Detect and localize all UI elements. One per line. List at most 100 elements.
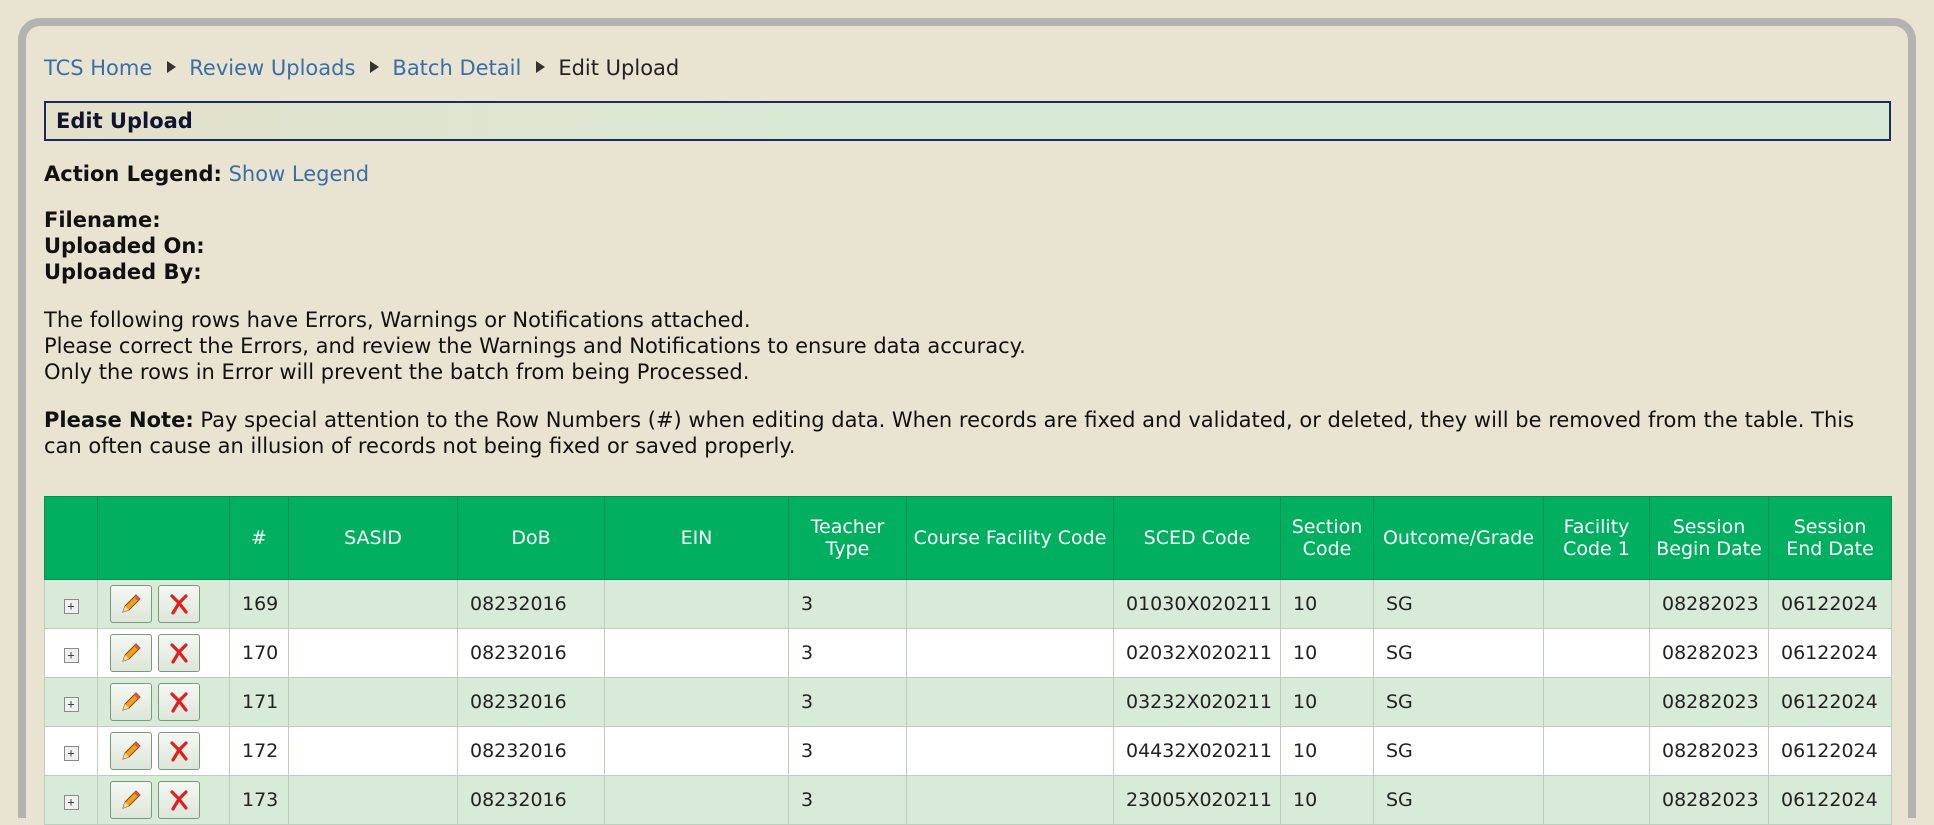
col-dob[interactable]: DoB — [457, 496, 605, 580]
facility-code-1-cell — [1543, 677, 1650, 727]
instruction-line: Please correct the Errors, and review th… — [44, 334, 1026, 358]
action-legend: Action Legend: Show Legend — [44, 162, 1891, 186]
col-outcome-grade[interactable]: Outcome/Grade — [1373, 496, 1544, 580]
outcome-grade-cell: SG — [1373, 579, 1544, 629]
sasid-cell — [288, 726, 458, 776]
sasid-cell — [288, 628, 458, 678]
ein-cell — [604, 579, 789, 629]
expand-plus-icon[interactable]: + — [63, 795, 79, 810]
delete-row-button[interactable] — [158, 781, 200, 819]
expand-plus-icon[interactable]: + — [63, 648, 79, 663]
teacher-type-cell: 3 — [788, 775, 907, 825]
col-row-number[interactable]: # — [229, 496, 289, 580]
breadcrumb-arrow-icon — [167, 61, 177, 73]
expand-row-cell: + — [44, 677, 98, 727]
session-begin-date-cell: 08282023 — [1649, 775, 1769, 825]
page-title: Edit Upload — [44, 101, 1891, 141]
breadcrumb-tcs-home[interactable]: TCS Home — [44, 56, 152, 80]
dob-cell: 08232016 — [457, 579, 605, 629]
table-body: +169 08232016 3 01030X020211 10 SG 08282023 061… — [44, 579, 1892, 825]
session-end-date-cell: 06122024 — [1768, 628, 1892, 678]
col-facility-code-1[interactable]: Facility Code 1 — [1543, 496, 1650, 580]
row-number: 171 — [229, 677, 289, 727]
sced-code-cell: 23005X020211 — [1113, 775, 1281, 825]
breadcrumb: TCS Home Review Uploads Batch Detail Edi… — [44, 48, 1891, 88]
ein-cell — [604, 726, 789, 776]
col-sasid[interactable]: SASID — [288, 496, 458, 580]
table-row: +170 08232016 3 02032X020211 10 SG 08282023 061… — [44, 628, 1892, 678]
row-actions-cell — [97, 677, 230, 727]
outcome-grade-cell: SG — [1373, 677, 1544, 727]
col-section-code[interactable]: Section Code — [1280, 496, 1374, 580]
section-code-cell: 10 — [1280, 628, 1374, 678]
row-actions-cell — [97, 628, 230, 678]
please-note: Please Note: Pay special attention to th… — [44, 407, 1891, 459]
facility-code-1-cell — [1543, 775, 1650, 825]
expand-plus-icon[interactable]: + — [63, 599, 79, 614]
dob-cell: 08232016 — [457, 726, 605, 776]
action-legend-label: Action Legend: — [44, 162, 222, 186]
col-session-end-date[interactable]: Session End Date — [1768, 496, 1892, 580]
col-course-facility-code[interactable]: Course Facility Code — [906, 496, 1114, 580]
breadcrumb-current: Edit Upload — [558, 56, 680, 80]
content: TCS Home Review Uploads Batch Detail Edi… — [44, 48, 1892, 825]
please-note-text: Pay special attention to the Row Numbers… — [44, 408, 1855, 458]
instruction-line: The following rows have Errors, Warnings… — [44, 308, 751, 332]
show-legend-link[interactable]: Show Legend — [229, 162, 369, 186]
edit-row-button[interactable] — [110, 585, 152, 623]
teacher-type-cell: 3 — [788, 677, 907, 727]
teacher-type-cell: 3 — [788, 628, 907, 678]
section-code-cell: 10 — [1280, 579, 1374, 629]
course-facility-code-cell — [906, 677, 1114, 727]
section-code-cell: 10 — [1280, 775, 1374, 825]
table-row: +171 08232016 3 03232X020211 10 SG 08282023 061… — [44, 677, 1892, 727]
session-begin-date-cell: 08282023 — [1649, 579, 1769, 629]
instructions: The following rows have Errors, Warnings… — [44, 307, 1891, 385]
expand-row-cell: + — [44, 726, 98, 776]
session-end-date-cell: 06122024 — [1768, 579, 1892, 629]
sced-code-cell: 03232X020211 — [1113, 677, 1281, 727]
col-ein[interactable]: EIN — [604, 496, 789, 580]
session-begin-date-cell: 08282023 — [1649, 628, 1769, 678]
row-actions-cell — [97, 579, 230, 629]
delete-row-button[interactable] — [158, 634, 200, 672]
edit-row-button[interactable] — [110, 732, 152, 770]
row-number: 169 — [229, 579, 289, 629]
session-begin-date-cell: 08282023 — [1649, 726, 1769, 776]
edit-row-button[interactable] — [110, 781, 152, 819]
expand-plus-icon[interactable]: + — [63, 697, 79, 712]
table-row: +172 08232016 3 04432X020211 10 SG 08282023 061… — [44, 726, 1892, 776]
outcome-grade-cell: SG — [1373, 628, 1544, 678]
page-frame: TCS Home Review Uploads Batch Detail Edi… — [18, 18, 1916, 825]
row-number: 170 — [229, 628, 289, 678]
facility-code-1-cell — [1543, 726, 1650, 776]
facility-code-1-cell — [1543, 579, 1650, 629]
expand-plus-icon[interactable]: + — [63, 746, 79, 761]
course-facility-code-cell — [906, 628, 1114, 678]
breadcrumb-review-uploads[interactable]: Review Uploads — [189, 56, 355, 80]
course-facility-code-cell — [906, 775, 1114, 825]
table-row: +173 08232016 3 23005X020211 10 SG 08282023 061… — [44, 775, 1892, 825]
delete-row-button[interactable] — [158, 683, 200, 721]
upload-meta: Filename: Uploaded On: Uploaded By: — [44, 207, 1891, 285]
ein-cell — [604, 628, 789, 678]
instruction-line: Only the rows in Error will prevent the … — [44, 360, 750, 384]
edit-row-button[interactable] — [110, 634, 152, 672]
breadcrumb-batch-detail[interactable]: Batch Detail — [392, 56, 521, 80]
sced-code-cell: 01030X020211 — [1113, 579, 1281, 629]
col-actions — [97, 496, 230, 580]
sced-code-cell: 02032X020211 — [1113, 628, 1281, 678]
expand-row-cell: + — [44, 628, 98, 678]
dob-cell: 08232016 — [457, 775, 605, 825]
delete-row-button[interactable] — [158, 585, 200, 623]
delete-row-button[interactable] — [158, 732, 200, 770]
filename-label: Filename: — [44, 208, 161, 232]
edit-row-button[interactable] — [110, 683, 152, 721]
col-sced-code[interactable]: SCED Code — [1113, 496, 1281, 580]
col-session-begin-date[interactable]: Session Begin Date — [1649, 496, 1769, 580]
sced-code-cell: 04432X020211 — [1113, 726, 1281, 776]
uploaded-by-label: Uploaded By: — [44, 260, 202, 284]
session-end-date-cell: 06122024 — [1768, 775, 1892, 825]
col-teacher-type[interactable]: Teacher Type — [788, 496, 907, 580]
session-end-date-cell: 06122024 — [1768, 726, 1892, 776]
